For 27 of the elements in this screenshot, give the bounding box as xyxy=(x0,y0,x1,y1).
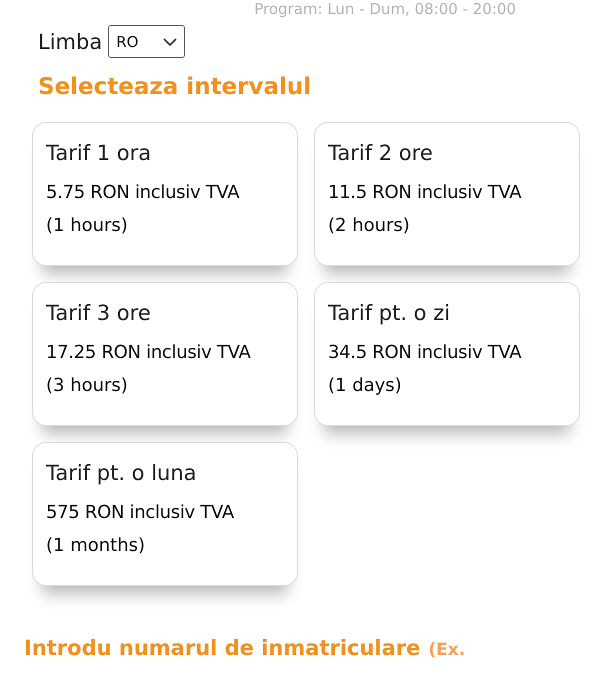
tariff-price: 575 RON inclusiv TVA xyxy=(46,501,235,525)
tariff-duration: (1 days) xyxy=(328,374,403,398)
tariff-card[interactable]: Tarif 1 ora 5.75 RON inclusiv TVA (1 hours) xyxy=(32,122,298,266)
tariff-price: 17.25 RON inclusiv TVA xyxy=(46,341,252,365)
tariff-duration: (2 hours) xyxy=(328,214,411,238)
schedule-text: Program: Lun - Dum, 08:00 - 20:00 xyxy=(253,0,517,18)
tariff-duration: (1 months) xyxy=(46,534,146,558)
tariff-price: 11.5 RON inclusiv TVA xyxy=(328,181,522,205)
tariff-card[interactable]: Tarif 3 ore 17.25 RON inclusiv TVA (3 hours) xyxy=(32,282,298,426)
tariff-card[interactable]: Tarif 2 ore 11.5 RON inclusiv TVA (2 hours) xyxy=(314,122,580,266)
tariff-duration: (3 hours) xyxy=(46,374,129,398)
section-heading: Selecteaza intervalul xyxy=(38,74,312,100)
tariff-price: 34.5 RON inclusiv TVA xyxy=(328,341,522,365)
tariff-price: 5.75 RON inclusiv TVA xyxy=(46,181,240,205)
tariff-card[interactable]: Tarif pt. o luna 575 RON inclusiv TVA (1 months) xyxy=(32,442,298,586)
language-select[interactable]: RO xyxy=(108,25,186,58)
tariff-title: Tarif 2 ore xyxy=(328,140,434,167)
tariff-title: Tarif pt. o zi xyxy=(328,300,452,327)
tariff-title: Tarif 3 ore xyxy=(46,300,152,327)
tariff-title: Tarif pt. o luna xyxy=(46,460,198,487)
tariff-title: Tarif 1 ora xyxy=(46,140,152,167)
tariff-duration: (1 hours) xyxy=(46,214,129,238)
language-label: Limba xyxy=(38,30,102,54)
caret-icon xyxy=(163,38,178,46)
section-heading: Introdu numarul de inmatriculare xyxy=(24,636,420,660)
example-hint: (Ex. xyxy=(428,640,466,660)
tariff-card[interactable]: Tarif pt. o zi 34.5 RON inclusiv TVA (1 days) xyxy=(314,282,580,426)
